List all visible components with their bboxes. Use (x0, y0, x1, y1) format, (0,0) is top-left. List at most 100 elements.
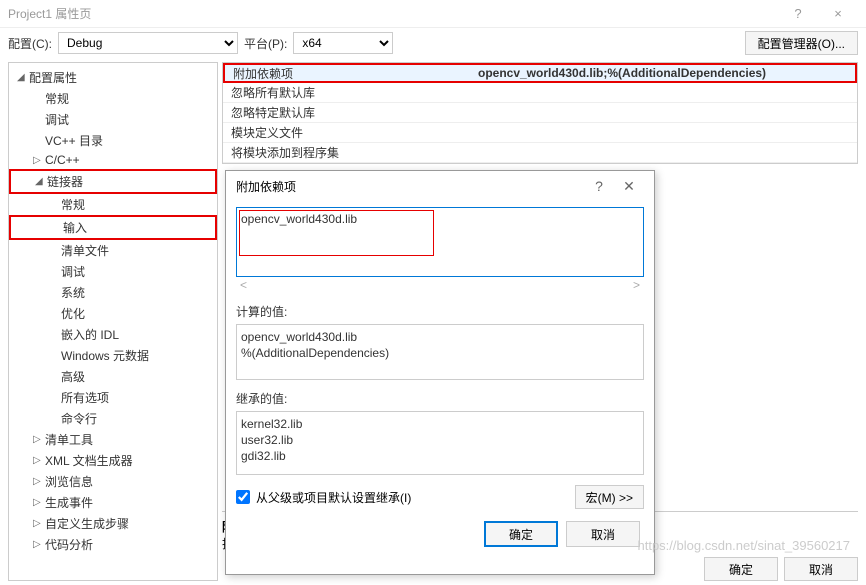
main-cancel-button[interactable]: 取消 (784, 557, 858, 581)
tree-item-label: VC++ 目录 (45, 132, 103, 149)
property-row[interactable]: 将模块添加到程序集 (223, 143, 857, 163)
scroll-hint: <> (236, 277, 644, 293)
tree-item-label: 调试 (61, 263, 85, 280)
tree-item[interactable]: 优化 (9, 303, 217, 324)
property-row[interactable]: 附加依赖项opencv_world430d.lib;%(AdditionalDe… (223, 63, 857, 83)
tree-item-label: Windows 元数据 (61, 347, 149, 364)
tree-item[interactable]: ▷生成事件 (9, 492, 217, 513)
tree-item[interactable]: 高级 (9, 366, 217, 387)
tree-item[interactable]: 命令行 (9, 408, 217, 429)
tree-item[interactable]: 常规 (9, 88, 217, 109)
tree-item-label: 系统 (61, 284, 85, 301)
tree-arrow-icon: ▷ (33, 518, 45, 529)
tree-arrow-icon: ▷ (33, 155, 45, 166)
tree-item[interactable]: 所有选项 (9, 387, 217, 408)
tree-item[interactable]: VC++ 目录 (9, 130, 217, 151)
tree-item[interactable]: ▷自定义生成步骤 (9, 513, 217, 534)
tree-arrow-icon: ▷ (33, 434, 45, 445)
tree-item-label: 常规 (45, 90, 69, 107)
inherited-values-box: kernel32.libuser32.libgdi32.lib (236, 411, 644, 475)
tree-item[interactable]: 输入 (9, 215, 217, 240)
tree-arrow-icon: ▷ (33, 497, 45, 508)
computed-label: 计算的值: (236, 303, 644, 320)
tree-item-label: 清单工具 (45, 431, 93, 448)
property-row[interactable]: 忽略特定默认库 (223, 103, 857, 123)
property-label: 将模块添加到程序集 (223, 144, 468, 161)
window-title: Project1 属性页 (8, 5, 778, 22)
tree-item-label: 链接器 (47, 173, 83, 190)
dialog-help-icon[interactable]: ? (584, 178, 614, 194)
dialog-title: 附加依赖项 (236, 178, 584, 195)
tree-item[interactable]: Windows 元数据 (9, 345, 217, 366)
tree-item[interactable]: 系统 (9, 282, 217, 303)
tree-item-label: 输入 (63, 219, 87, 236)
tree-item-label: 生成事件 (45, 494, 93, 511)
dialog-close-icon[interactable]: ✕ (614, 178, 644, 195)
tree-arrow-icon: ▷ (33, 476, 45, 487)
deps-edit-box[interactable]: opencv_world430d.lib (236, 207, 644, 277)
tree-item[interactable]: 调试 (9, 109, 217, 130)
property-label: 附加依赖项 (225, 65, 470, 82)
tree-arrow-icon: ◢ (17, 72, 29, 83)
help-icon[interactable]: ? (778, 6, 818, 21)
dialog-cancel-button[interactable]: 取消 (566, 521, 640, 547)
inherited-label: 继承的值: (236, 390, 644, 407)
tree-item-label: 优化 (61, 305, 85, 322)
tree-item[interactable]: ◢链接器 (9, 169, 217, 194)
inherit-checkbox-label: 从父级或项目默认设置继承(I) (256, 489, 411, 506)
title-bar: Project1 属性页 ? × (0, 0, 866, 28)
tree-item[interactable]: ▷代码分析 (9, 534, 217, 555)
tree-item[interactable]: ▷C/C++ (9, 151, 217, 169)
tree-item-label: 调试 (45, 111, 69, 128)
tree-arrow-icon: ◢ (35, 176, 47, 187)
tree-item-label: XML 文档生成器 (45, 452, 133, 469)
inherited-value-line: kernel32.lib (241, 416, 639, 432)
property-tree[interactable]: ◢配置属性常规调试VC++ 目录▷C/C++◢链接器常规输入清单文件调试系统优化… (8, 62, 218, 581)
tree-item-label: 代码分析 (45, 536, 93, 553)
platform-label: 平台(P): (244, 35, 287, 52)
tree-item-label: 浏览信息 (45, 473, 93, 490)
tree-item-label: 高级 (61, 368, 85, 385)
tree-arrow-icon: ▷ (33, 455, 45, 466)
inherited-value-line: user32.lib (241, 432, 639, 448)
tree-item[interactable]: 嵌入的 IDL (9, 324, 217, 345)
property-value: opencv_world430d.lib;%(AdditionalDepende… (470, 66, 855, 80)
property-row[interactable]: 模块定义文件 (223, 123, 857, 143)
config-label: 配置(C): (8, 35, 52, 52)
tree-item[interactable]: 常规 (9, 194, 217, 215)
tree-item-label: 自定义生成步骤 (45, 515, 129, 532)
computed-values-box: opencv_world430d.lib%(AdditionalDependen… (236, 324, 644, 380)
tree-item-label: 清单文件 (61, 242, 109, 259)
additional-deps-dialog: 附加依赖项 ? ✕ opencv_world430d.lib <> 计算的值: … (225, 170, 655, 575)
macro-button[interactable]: 宏(M) >> (575, 485, 644, 509)
tree-item-label: 嵌入的 IDL (61, 326, 119, 343)
inherited-value-line: gdi32.lib (241, 448, 639, 464)
inherit-checkbox[interactable] (236, 490, 250, 504)
tree-item-label: 常规 (61, 196, 85, 213)
tree-item[interactable]: ▷XML 文档生成器 (9, 450, 217, 471)
tree-item-label: 所有选项 (61, 389, 109, 406)
tree-item[interactable]: 调试 (9, 261, 217, 282)
computed-value-line: %(AdditionalDependencies) (241, 345, 639, 361)
dialog-title-bar: 附加依赖项 ? ✕ (226, 171, 654, 201)
tree-item[interactable]: ◢配置属性 (9, 67, 217, 88)
property-row[interactable]: 忽略所有默认库 (223, 83, 857, 103)
tree-item[interactable]: ▷清单工具 (9, 429, 217, 450)
config-manager-button[interactable]: 配置管理器(O)... (745, 31, 858, 55)
deps-edit-value: opencv_world430d.lib (241, 212, 357, 226)
property-label: 忽略特定默认库 (223, 104, 468, 121)
tree-item-label: 命令行 (61, 410, 97, 427)
config-select[interactable]: Debug (58, 32, 238, 54)
property-label: 模块定义文件 (223, 124, 468, 141)
platform-select[interactable]: x64 (293, 32, 393, 54)
tree-item[interactable]: 清单文件 (9, 240, 217, 261)
dialog-ok-button[interactable]: 确定 (484, 521, 558, 547)
property-grid[interactable]: 附加依赖项opencv_world430d.lib;%(AdditionalDe… (222, 62, 858, 164)
tree-arrow-icon: ▷ (33, 539, 45, 550)
computed-value-line: opencv_world430d.lib (241, 329, 639, 345)
close-icon[interactable]: × (818, 6, 858, 21)
tree-item-label: 配置属性 (29, 69, 77, 86)
main-ok-button[interactable]: 确定 (704, 557, 778, 581)
property-label: 忽略所有默认库 (223, 84, 468, 101)
tree-item[interactable]: ▷浏览信息 (9, 471, 217, 492)
